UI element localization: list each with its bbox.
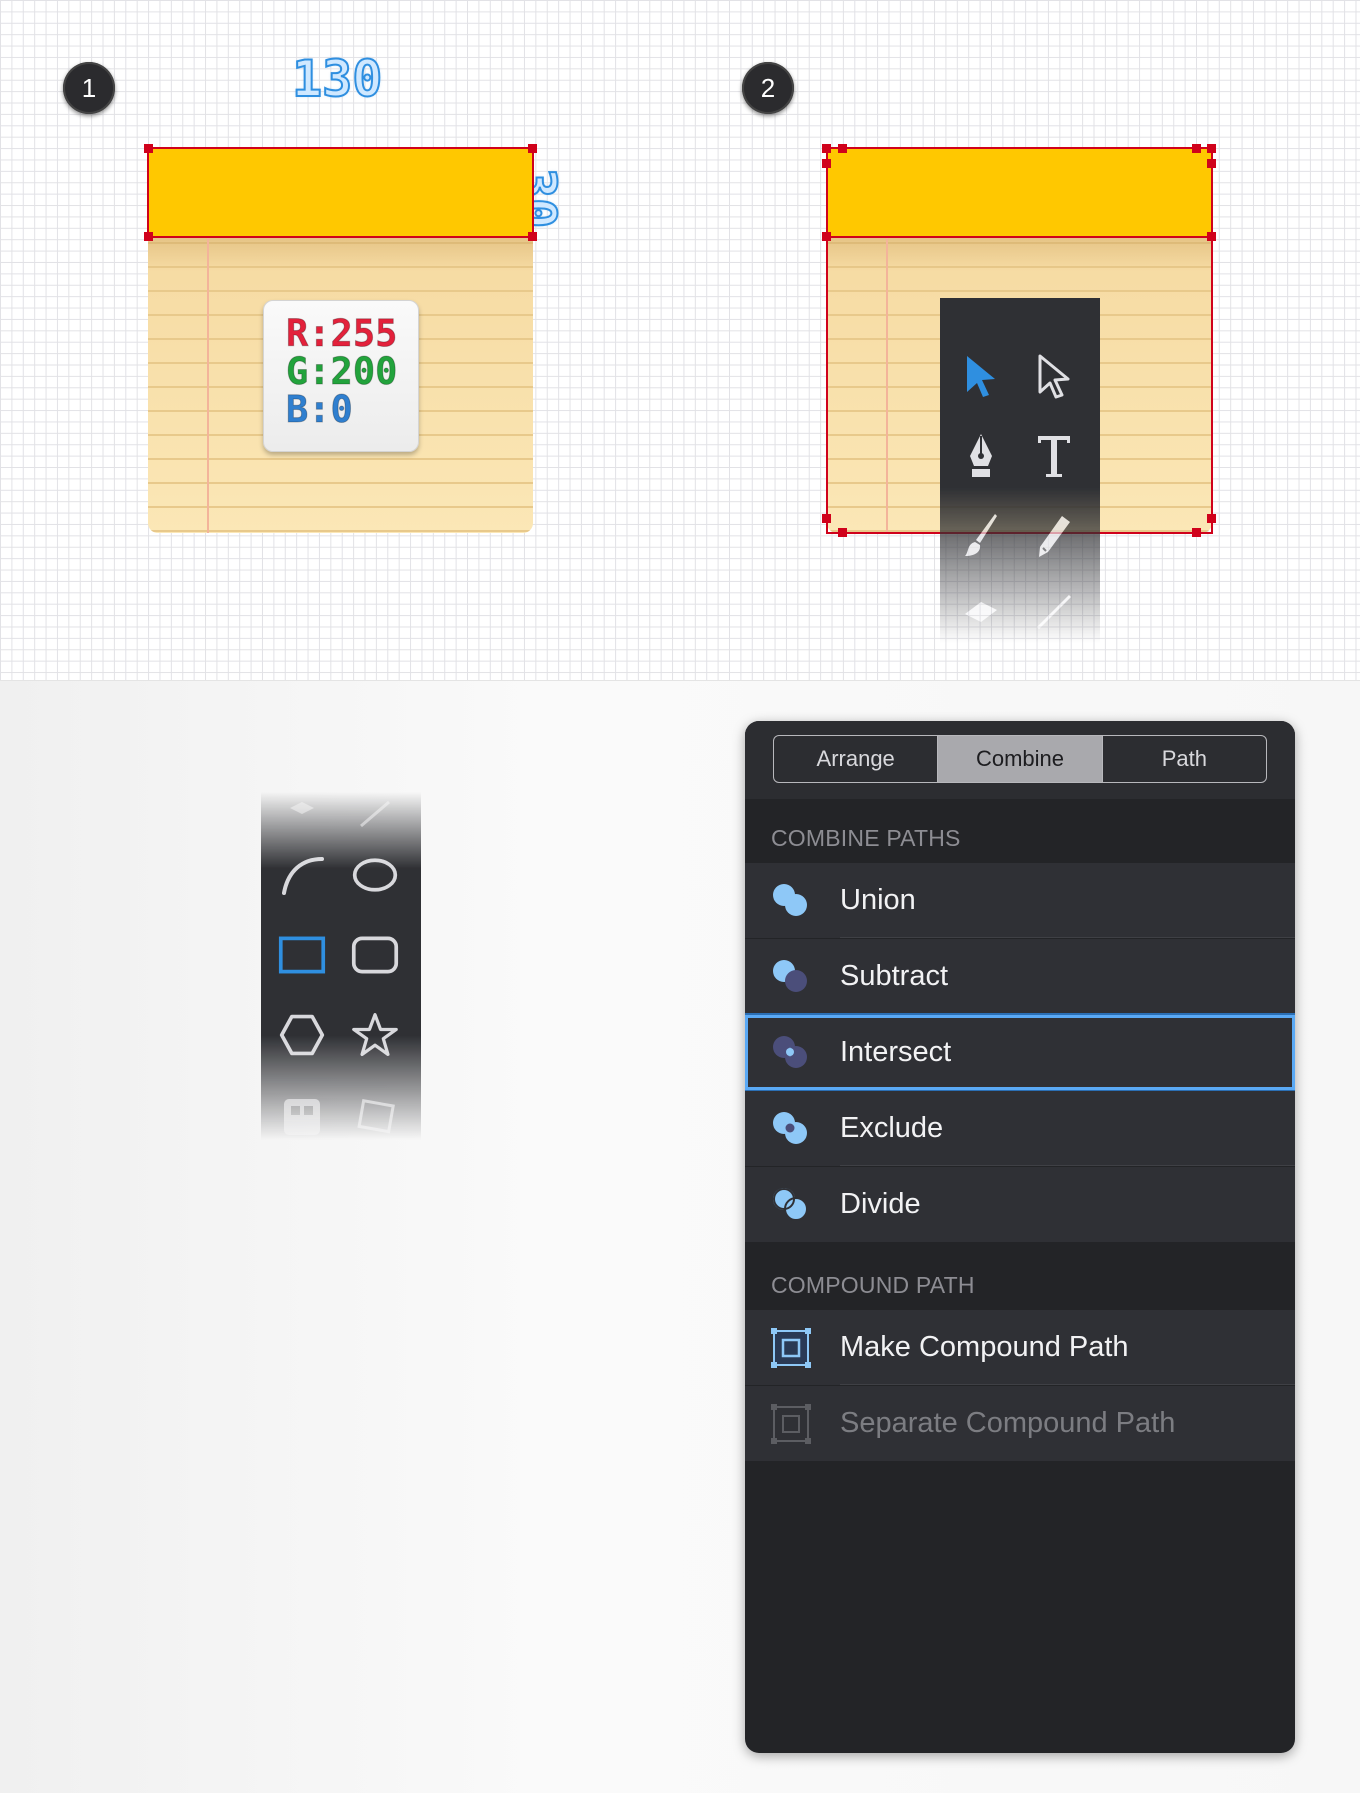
intersect-item[interactable]: Intersect (745, 1015, 1295, 1090)
selection-handle[interactable] (528, 144, 537, 153)
path-operations-panel: Arrange Combine Path COMBINE PATHS Union… (745, 721, 1295, 1753)
exclude-label: Exclude (840, 1112, 944, 1144)
divide-item[interactable]: Divide (745, 1167, 1295, 1242)
segmented-tabs: Arrange Combine Path (773, 735, 1267, 783)
intersect-label: Intersect (840, 1036, 952, 1068)
pen-icon[interactable] (957, 432, 1005, 480)
shape-tools-toolbar (261, 792, 421, 1140)
line-icon[interactable] (1030, 588, 1078, 636)
image-icon (351, 1093, 399, 1141)
tools-toolbar (940, 298, 1100, 643)
exclude-icon (773, 1112, 807, 1144)
separate-compound-path-icon (771, 1404, 811, 1444)
make-compound-path-item[interactable]: Make Compound Path (745, 1310, 1295, 1385)
panel-tab-bar: Arrange Combine Path (745, 721, 1295, 799)
combine-paths-header: COMBINE PATHS (771, 825, 961, 851)
grid-icon (278, 1093, 326, 1141)
eraser-icon[interactable] (957, 588, 1005, 636)
tab-arrange[interactable]: Arrange (774, 736, 937, 782)
compound-path-header: COMPOUND PATH (771, 1272, 975, 1298)
divider (840, 937, 1295, 938)
select-arrow-icon[interactable] (957, 352, 1005, 400)
selection-handle[interactable] (1192, 528, 1201, 537)
rgb-green-value: G:200 (286, 350, 398, 393)
divide-label: Divide (840, 1188, 921, 1220)
intersect-icon (773, 1036, 807, 1068)
rgb-color-card: R:255 G:200 B:0 (263, 300, 419, 452)
cube-icon (278, 790, 326, 838)
selection-handle[interactable] (1207, 144, 1216, 153)
arc-icon[interactable] (278, 851, 326, 899)
direct-select-arrow-icon[interactable] (1030, 352, 1078, 400)
selection-handle[interactable] (1207, 514, 1216, 523)
selection-handle[interactable] (822, 232, 831, 241)
polygon-icon[interactable] (278, 1011, 326, 1059)
separate-compound-path-item[interactable]: Separate Compound Path (745, 1386, 1295, 1461)
width-dimension: 130 (291, 49, 383, 109)
exclude-item[interactable]: Exclude (745, 1091, 1295, 1166)
pencil-icon[interactable] (1030, 512, 1078, 560)
tab-combine[interactable]: Combine (937, 736, 1102, 782)
selection-handle[interactable] (822, 159, 831, 168)
star-icon[interactable] (351, 1011, 399, 1059)
selection-handle[interactable] (1192, 144, 1201, 153)
step-1-badge: 1 (63, 62, 115, 114)
union-icon (773, 884, 807, 916)
selection-handle[interactable] (838, 528, 847, 537)
rectangle-icon[interactable] (278, 931, 326, 979)
selection-handle[interactable] (822, 514, 831, 523)
rgb-red-value: R:255 (286, 312, 398, 355)
selection-handle[interactable] (1207, 232, 1216, 241)
selection-handle[interactable] (144, 144, 153, 153)
selection-handle[interactable] (822, 144, 831, 153)
make-compound-path-label: Make Compound Path (840, 1331, 1129, 1363)
rgb-blue-value: B:0 (286, 388, 354, 431)
brush-icon[interactable] (957, 512, 1005, 560)
subtract-icon (773, 960, 807, 992)
selection-handle[interactable] (838, 144, 847, 153)
separate-compound-path-label: Separate Compound Path (840, 1407, 1176, 1439)
subtract-item[interactable]: Subtract (745, 939, 1295, 1014)
step-1-number: 1 (81, 72, 97, 103)
union-label: Union (840, 884, 916, 916)
divider (840, 1013, 1295, 1014)
text-icon[interactable] (1030, 432, 1078, 480)
divider (840, 1384, 1295, 1385)
selection-handle[interactable] (1207, 159, 1216, 168)
tab-path[interactable]: Path (1101, 736, 1266, 782)
line-icon (351, 790, 399, 838)
step-2-number: 2 (760, 72, 776, 103)
step-2-badge: 2 (742, 62, 794, 114)
rounded-rectangle-icon[interactable] (351, 931, 399, 979)
notepad-binding-rectangle-1[interactable] (147, 147, 534, 238)
divide-icon (773, 1188, 808, 1221)
selection-handle[interactable] (528, 232, 537, 241)
compound-path-icon (771, 1328, 811, 1368)
divider (840, 1165, 1295, 1166)
subtract-label: Subtract (840, 960, 948, 992)
ellipse-icon[interactable] (351, 851, 399, 899)
union-item[interactable]: Union (745, 863, 1295, 938)
selection-handle[interactable] (144, 232, 153, 241)
